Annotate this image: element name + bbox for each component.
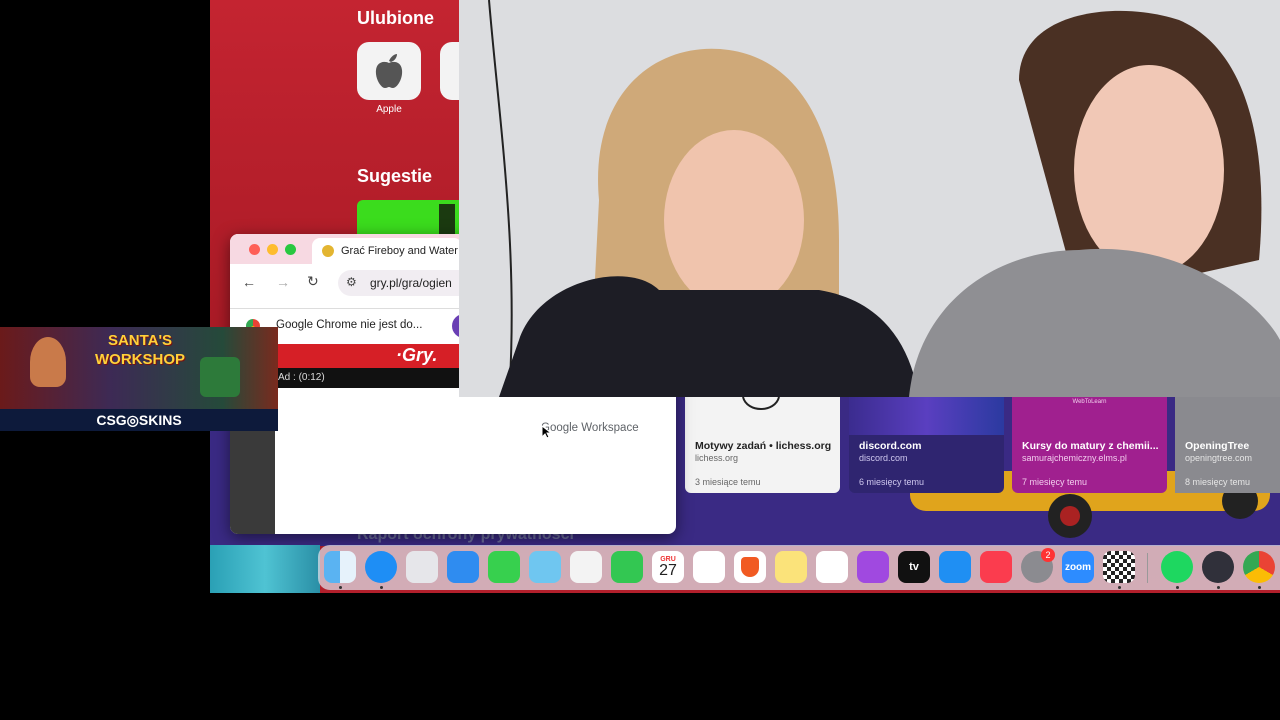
url-text: gry.pl/gra/ogien: [370, 276, 452, 290]
reload-icon[interactable]: ↻: [307, 273, 319, 290]
discord-thumb: [849, 397, 1004, 435]
ad-title-line1: SANTA'S: [107, 332, 173, 349]
gry-logo: ·Gry.: [396, 345, 438, 365]
desktop-wallpaper: [210, 545, 320, 593]
safari-icon[interactable]: [365, 551, 397, 583]
card-time: 7 miesięcy temu: [1022, 477, 1088, 487]
chrome-icon[interactable]: [1243, 551, 1275, 583]
infobar-text: Google Chrome nie jest do...: [276, 319, 423, 331]
dock-divider: [1147, 553, 1148, 583]
finder-running-dot: [339, 586, 342, 589]
ad-title-line2: WORKSHOP: [95, 351, 185, 368]
maps-icon[interactable]: [529, 551, 561, 583]
card-time: 8 miesięcy temu: [1185, 477, 1251, 487]
card-title: Motywy zadań • lichess.org: [695, 440, 832, 452]
ad-title: SANTA'S WORKSHOP: [90, 331, 190, 369]
ad-timer-bar: Ad : (0:12): [278, 368, 459, 388]
google-workspace-logo: Google Workspace: [541, 422, 639, 434]
suggestion-card-discord[interactable]: discord.com discord.com 6 miesięcy temu: [849, 397, 1004, 493]
card-title: discord.com: [859, 440, 922, 452]
forward-arrow-icon[interactable]: →: [276, 274, 290, 290]
site-settings-icon[interactable]: ⚙: [346, 275, 357, 289]
tab-title: Grać Fireboy and Water: [341, 245, 458, 257]
ad-artwork: SANTA'S WORKSHOP: [0, 327, 278, 409]
apple-tv-icon[interactable]: tv: [898, 551, 930, 583]
launchpad-icon[interactable]: [406, 551, 438, 583]
gry-banner: ·Gry.: [278, 344, 459, 368]
freeform-icon[interactable]: [816, 551, 848, 583]
card-time: 3 miesiące temu: [695, 477, 761, 487]
mouse-cursor-icon: [541, 425, 551, 439]
photos-icon[interactable]: [570, 551, 602, 583]
notes-icon[interactable]: [775, 551, 807, 583]
tab-fireboy[interactable]: Grać Fireboy and Water: [312, 238, 462, 264]
favorite-apple-label: Apple: [376, 104, 402, 115]
dock: GRU 27 tv 2 zoom: [318, 545, 1280, 590]
facetime-icon[interactable]: [611, 551, 643, 583]
santas-workshop-ad[interactable]: SANTA'S WORKSHOP CSG◎SKINS: [0, 327, 278, 431]
chess-running-dot: [1118, 586, 1121, 589]
suggestion-card-chemistry[interactable]: WebToLearn Kursy do matury z chemii... s…: [1012, 397, 1167, 493]
close-window-button[interactable]: [249, 244, 260, 255]
back-arrow-icon[interactable]: ←: [242, 274, 256, 290]
ad-brand: CSG◎SKINS: [0, 409, 278, 431]
webcam-overlay: [459, 0, 1280, 397]
suggestions-title: Sugestie: [357, 166, 433, 186]
tv-label: tv: [909, 561, 919, 573]
brave-icon[interactable]: [734, 551, 766, 583]
zoom-icon[interactable]: zoom: [1062, 551, 1094, 583]
card-domain: openingtree.com: [1185, 453, 1253, 463]
favorite-apple[interactable]: [357, 42, 421, 100]
mail-icon[interactable]: [447, 551, 479, 583]
card-title: OpeningTree: [1185, 440, 1250, 452]
apple-icon: [375, 54, 403, 88]
card-time: 6 miesięcy temu: [859, 477, 925, 487]
music-icon[interactable]: [980, 551, 1012, 583]
safari-running-dot: [380, 586, 383, 589]
tab-favicon-icon: [322, 245, 334, 257]
card-domain: samurajchemiczny.elms.pl: [1022, 453, 1127, 463]
spotify-running-dot: [1176, 586, 1179, 589]
finder-icon[interactable]: [324, 551, 356, 583]
reminders-icon[interactable]: [693, 551, 725, 583]
app-store-icon[interactable]: [939, 551, 971, 583]
minimize-window-button[interactable]: [267, 244, 278, 255]
card-domain: discord.com: [859, 453, 908, 463]
spotify-icon[interactable]: [1161, 551, 1193, 583]
card-title: Kursy do matury z chemii...: [1022, 440, 1159, 452]
calendar-day: 27: [659, 561, 677, 579]
obs-running-dot: [1217, 586, 1220, 589]
chrome-running-dot: [1258, 586, 1261, 589]
podcasts-icon[interactable]: [857, 551, 889, 583]
settings-badge: 2: [1041, 548, 1055, 562]
suggestion-card-openingtree[interactable]: OpeningTree openingtree.com 8 miesięcy t…: [1175, 397, 1280, 493]
messages-icon[interactable]: [488, 551, 520, 583]
webcam-feed: [459, 0, 1280, 397]
card-thumb-label: WebToLearn: [1072, 399, 1107, 405]
ad-timer: Ad : (0:12): [278, 372, 325, 383]
suggestion-card-lichess[interactable]: Motywy zadań • lichess.org lichess.org 3…: [685, 397, 840, 493]
card-domain: lichess.org: [695, 453, 739, 463]
obs-icon[interactable]: [1202, 551, 1234, 583]
calendar-icon[interactable]: GRU 27: [652, 551, 684, 583]
zoom-label: zoom: [1064, 561, 1092, 573]
lichess-thumb-icon: [742, 397, 780, 410]
favorites-title: Ulubione: [357, 8, 434, 28]
maximize-window-button[interactable]: [285, 244, 296, 255]
chess-icon[interactable]: [1103, 551, 1135, 583]
ad-character: [30, 337, 66, 387]
ad-elf: [200, 357, 240, 397]
